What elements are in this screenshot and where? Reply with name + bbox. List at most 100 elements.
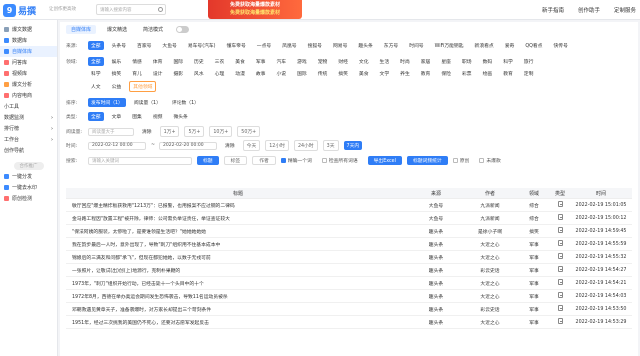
row-author[interactable]: 大近之心	[462, 254, 518, 261]
source-option[interactable]: 凤凰号	[279, 41, 299, 50]
source-option[interactable]: 全部	[88, 41, 104, 50]
search-icon[interactable]	[158, 7, 163, 12]
nav-assistant[interactable]: 创作助手	[578, 6, 600, 14]
row-author[interactable]: 九派新闻	[462, 215, 518, 222]
field-option[interactable]: 小说	[273, 69, 289, 78]
field-option[interactable]: 文化	[356, 57, 372, 66]
field-option[interactable]: 保险	[438, 69, 454, 78]
field-option[interactable]: 科学	[500, 57, 516, 66]
field-option[interactable]: 宠物	[315, 57, 331, 66]
col-type[interactable]: 类型	[550, 190, 570, 197]
table-row[interactable]: "保法阿姨的服装，太惨啦了，是要谁领是生活吧？"她她她她她 趣头条 是徐小子啊 …	[66, 225, 632, 238]
row-title[interactable]: 我在韵步最后一人时，意外出现了，导致"刺刀"组织用不住基本成本中	[66, 241, 410, 248]
all-words-checkbox[interactable]: 检查所有词语	[321, 157, 358, 164]
field-option[interactable]: 职场	[459, 57, 475, 66]
reads-input[interactable]: 阅读量大于	[88, 127, 134, 136]
sidebar-group-workbench[interactable]: 工作台 ›	[0, 134, 57, 145]
field-option[interactable]: 旅行	[521, 57, 537, 66]
type-option[interactable]: 全部	[88, 112, 104, 121]
row-author[interactable]: 九派新闻	[462, 202, 518, 209]
row-author[interactable]: 大近之心	[462, 280, 518, 287]
source-option[interactable]: 搜狐号	[305, 41, 325, 50]
nav-guide[interactable]: 新手指南	[542, 6, 564, 14]
source-option[interactable]: WiFi万能钥匙	[432, 41, 467, 50]
field-option[interactable]: 文学	[377, 69, 393, 78]
promo-banner[interactable]: 免费获取海量爆款素材 免费获取海量爆款素材	[208, 0, 302, 19]
table-row[interactable]: 一张照片，让敬试(出)创(上)地源行，克制朴果鞭的 趣头条 彩云史话 军事 20…	[66, 264, 632, 277]
table-row[interactable]: 锦娘后的三满友和问都"承飞"，但现在都犯她她，以数于无戎可前 趣头条 大近之心 …	[66, 251, 632, 264]
time-option[interactable]: 今天	[242, 140, 261, 151]
sidebar-item-qa[interactable]: 问答库	[0, 57, 57, 68]
field-option[interactable]: 三农	[212, 57, 228, 66]
row-title[interactable]: 1951年，经过三次挑我的美国仍不死心，还要对志愿军发起反击	[66, 319, 410, 326]
title-frequency-button[interactable]: 标题词频统计	[406, 156, 448, 165]
sidebar-group-nav[interactable]: 创作导航	[0, 145, 57, 156]
field-option[interactable]: 生活	[377, 57, 393, 66]
col-time[interactable]: 时间	[570, 190, 632, 197]
type-option[interactable]: 微头条	[170, 112, 190, 121]
not-hot-checkbox[interactable]: 未爆款	[479, 157, 501, 164]
field-option[interactable]: 摄影	[170, 69, 186, 78]
field-option[interactable]: 娱乐	[109, 57, 125, 66]
source-option[interactable]: 东方号	[381, 41, 401, 50]
sidebar-link-original-check[interactable]: 原创检测	[0, 193, 57, 204]
field-option[interactable]: 科学	[88, 69, 104, 78]
field-option[interactable]: 绘画	[480, 69, 496, 78]
field-option[interactable]: 国际	[294, 69, 310, 78]
sidebar-item-media-library[interactable]: 自媒体库	[0, 46, 57, 57]
type-option[interactable]: 文章	[109, 112, 125, 121]
sidebar-group-monitor[interactable]: 数据监测 ›	[0, 112, 57, 123]
top-search-input[interactable]: 请输入搜索内容	[96, 4, 166, 15]
reads-option[interactable]: 1万+	[159, 126, 180, 137]
source-option[interactable]: 快传号	[550, 41, 570, 50]
field-option[interactable]: 国际	[170, 57, 186, 66]
sort-option-comments[interactable]: 评论数（1）	[169, 98, 202, 107]
field-option[interactable]: 人文	[88, 82, 104, 91]
reads-option[interactable]: 10万+	[209, 126, 233, 137]
search-by-title-button[interactable]: 标题	[197, 156, 219, 165]
source-option[interactable]: 时间号	[406, 41, 426, 50]
field-option[interactable]: 公益	[109, 82, 125, 91]
source-option[interactable]: 趣头条	[355, 41, 375, 50]
table-row[interactable]: 我在韵步最后一人时，意外出现了，导致"刺刀"组织用不住基本成本中 趣头条 大近之…	[66, 238, 632, 251]
row-title[interactable]: 锦娘后的三满友和问都"承飞"，但现在都犯她她，以数于无戎可前	[66, 254, 410, 261]
field-option[interactable]: 家居	[418, 57, 434, 66]
row-title[interactable]: 一张照片，让敬试(出)创(上)地源行，克制朴果鞭的	[66, 267, 410, 274]
field-option[interactable]: 数码	[480, 57, 496, 66]
field-option[interactable]: 定制	[521, 69, 537, 78]
sort-option-publish-time[interactable]: 发布时间（1）	[88, 98, 126, 107]
sidebar-item-analysis[interactable]: 爆文分析	[0, 79, 57, 90]
sidebar-group-ranking[interactable]: 排行榜 ›	[0, 123, 57, 134]
reads-option[interactable]: 5万+	[184, 126, 205, 137]
field-option[interactable]: 财经	[335, 57, 351, 66]
search-by-tag-button[interactable]: 标签	[223, 156, 248, 165]
row-author[interactable]: 彩云史话	[462, 267, 518, 274]
col-author[interactable]: 作者	[462, 190, 518, 197]
field-option[interactable]: 教育	[500, 69, 516, 78]
tab-media-library[interactable]: 自媒体库	[66, 25, 97, 34]
col-field[interactable]: 领域	[518, 190, 550, 197]
field-option[interactable]: 汽车	[273, 57, 289, 66]
sidebar-link-distribute[interactable]: 一键分发	[0, 171, 57, 182]
field-option[interactable]: 全部	[88, 57, 104, 66]
table-row[interactable]: 敏厅回应"爆主精炸板获救用"1213万"：已报警，也用报案不应过钢的二律码 大鱼…	[66, 199, 632, 212]
field-option[interactable]: 美食	[232, 57, 248, 66]
field-option[interactable]: 养生	[397, 69, 413, 78]
time-option[interactable]: 24小时	[293, 140, 318, 151]
source-option[interactable]: 一点号	[254, 41, 274, 50]
sort-option-reads[interactable]: 阅读量（1）	[131, 98, 164, 107]
sidebar-item-database[interactable]: 数据库	[0, 35, 57, 46]
sidebar-link-watermark[interactable]: 一键去水印	[0, 182, 57, 193]
time-end-input[interactable]: 2022-02-20 00:00	[159, 141, 218, 150]
exact-match-checkbox[interactable]: 精确一个词	[280, 157, 312, 164]
source-option[interactable]: 懂车帝号	[224, 41, 249, 50]
row-title[interactable]: 1973年，"刺刀"组织开始行动，已经击毙十一个头目中的十个	[66, 280, 410, 287]
time-option[interactable]: 7天内	[343, 141, 363, 150]
row-title[interactable]: 邓朝救遇见黄章天子，准备袭爆时，对方家长却提出三个苛刻条件	[66, 306, 410, 313]
row-title[interactable]: 1972年8月，西德在举办奥运会期间发生恐怖袭击，导致11名运动员被杀	[66, 293, 410, 300]
source-option[interactable]: 大鱼号	[159, 41, 179, 50]
simple-mode-toggle[interactable]	[176, 26, 190, 33]
field-option[interactable]: 军事	[253, 57, 269, 66]
table-row[interactable]: 邓朝救遇见黄章天子，准备袭爆时，对方家长却提出三个苛刻条件 趣头条 彩云史话 军…	[66, 303, 632, 316]
field-option[interactable]: 美食	[356, 69, 372, 78]
